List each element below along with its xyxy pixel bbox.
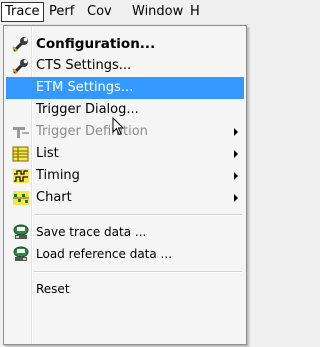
- menu-item-label: Timing: [36, 168, 80, 183]
- chart-icon: [12, 190, 30, 206]
- menu-item-configuration[interactable]: Configuration...: [6, 33, 244, 55]
- menu-help[interactable]: H: [187, 3, 203, 21]
- timing-icon: [12, 168, 30, 184]
- trace-dropdown-menu: Configuration... CTS Settings... ETM Set…: [3, 25, 247, 345]
- menu-item-load-reference-data[interactable]: Load reference data ...: [6, 243, 244, 265]
- menu-bar: Trace Perf Cov Window H: [0, 0, 250, 25]
- menu-item-cts-settings[interactable]: CTS Settings...: [6, 55, 244, 77]
- wrench-icon: [12, 36, 30, 52]
- list-icon: [12, 146, 30, 162]
- wrench-icon: [12, 58, 30, 74]
- menu-perf[interactable]: Perf: [46, 3, 77, 21]
- menu-item-save-trace-data[interactable]: Save trace data ...: [6, 221, 244, 243]
- menu-item-etm-settings[interactable]: ETM Settings...: [6, 77, 244, 99]
- menu-item-label: List: [36, 146, 59, 161]
- submenu-arrow-icon: [234, 194, 238, 202]
- menu-item-reset[interactable]: Reset: [6, 278, 244, 300]
- menu-trace[interactable]: Trace: [1, 2, 44, 22]
- trigger-icon: [12, 124, 30, 140]
- menu-item-label: Save trace data ...: [36, 225, 147, 239]
- menu-separator: [34, 271, 242, 273]
- submenu-arrow-icon: [234, 128, 238, 136]
- menu-item-label: Reset: [36, 282, 70, 296]
- menu-cov[interactable]: Cov: [84, 3, 115, 21]
- menu-item-label: Configuration...: [36, 36, 156, 52]
- load-reference-icon: [12, 246, 30, 262]
- menu-item-list[interactable]: List: [6, 143, 244, 165]
- menu-item-label: Load reference data ...: [36, 247, 173, 261]
- menu-separator: [34, 214, 242, 216]
- submenu-arrow-icon: [234, 150, 238, 158]
- menu-item-label: Trigger Definition: [36, 124, 148, 139]
- menu-item-label: Chart: [36, 190, 72, 205]
- save-trace-icon: [12, 224, 30, 240]
- menu-item-label: CTS Settings...: [36, 58, 132, 73]
- menu-item-chart[interactable]: Chart: [6, 187, 244, 209]
- menu-window[interactable]: Window: [129, 3, 186, 21]
- menu-item-label: ETM Settings...: [36, 80, 134, 95]
- submenu-arrow-icon: [234, 172, 238, 180]
- menu-item-timing[interactable]: Timing: [6, 165, 244, 187]
- mouse-cursor-icon: [112, 116, 126, 137]
